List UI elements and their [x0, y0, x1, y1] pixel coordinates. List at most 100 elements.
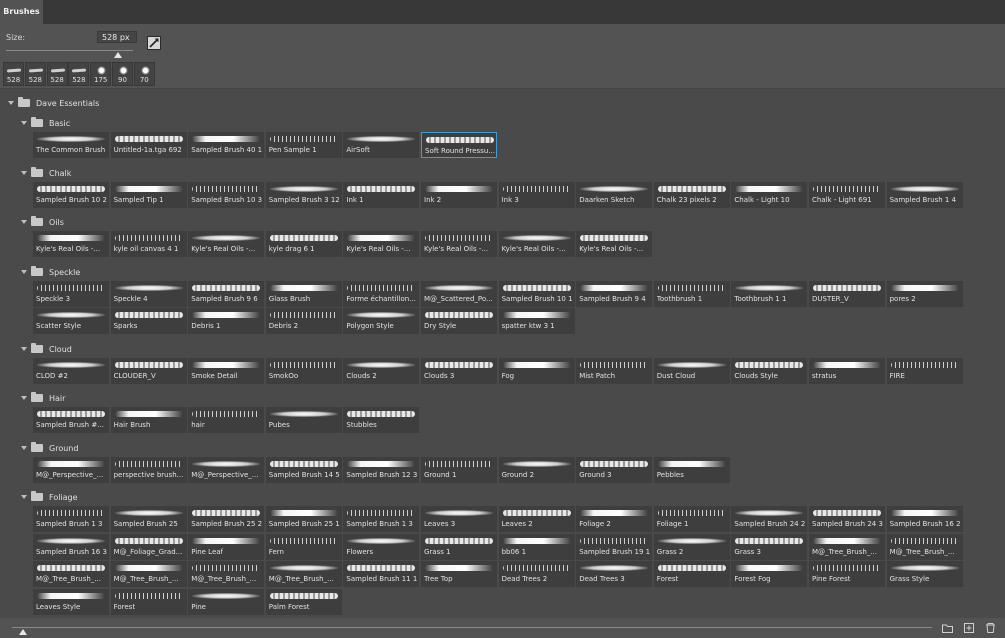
chevron-down-icon[interactable]	[21, 495, 27, 499]
brush-tile[interactable]: Sampled Brush 40 1	[188, 132, 265, 158]
brush-tile[interactable]: Sampled Brush 25 1	[265, 506, 342, 532]
brush-tile[interactable]: Grass 1	[421, 533, 497, 560]
group-header-foliage[interactable]: Foliage	[0, 488, 1005, 508]
preset-brush[interactable]: 175	[90, 62, 112, 86]
brush-tile[interactable]: Sampled Brush 1 3	[33, 506, 109, 532]
brush-tile[interactable]: Chalk - Light 10	[731, 181, 808, 208]
brush-tile[interactable]: Speckle 4	[110, 280, 187, 307]
brush-tile[interactable]: Flowers	[343, 533, 420, 560]
brush-tile[interactable]: Untitled-1a.tga 692	[110, 132, 187, 158]
brush-tile[interactable]: Pen Sample 1	[265, 132, 342, 158]
brush-tile[interactable]: Sampled Brush 9 4	[576, 280, 653, 307]
brush-tile[interactable]: Fern	[265, 533, 342, 560]
brush-tile[interactable]: Clouds Style	[731, 357, 808, 384]
brush-tile[interactable]: M@_Tree_Brush_...	[809, 533, 885, 560]
brush-tile[interactable]: Sampled Brush #...	[33, 407, 109, 433]
brush-tile[interactable]: Pubes	[265, 407, 342, 433]
brush-tile[interactable]: Smoke Detail	[188, 357, 265, 384]
brush-tile[interactable]: Foliage 1	[653, 506, 730, 532]
chevron-down-icon[interactable]	[21, 121, 27, 125]
brush-tile[interactable]: Forest Fog	[731, 561, 808, 587]
brush-tile[interactable]: Dust Cloud	[653, 357, 730, 384]
brush-tile[interactable]: FIRE	[886, 357, 963, 384]
brush-tile[interactable]: Sampled Brush 25 2	[188, 506, 265, 532]
brush-tile[interactable]: Debris 1	[188, 308, 265, 334]
brush-tile[interactable]: pores 2	[886, 280, 963, 307]
brush-tile[interactable]: Sampled Brush 16 2	[886, 506, 963, 532]
new-group-icon[interactable]	[942, 623, 953, 633]
brush-tile[interactable]: Pine Forest	[809, 561, 885, 587]
brush-tile[interactable]: kyle drag 6 1	[265, 231, 342, 257]
brush-tile[interactable]: Sampled Tip 1	[110, 181, 187, 208]
brush-tile[interactable]: Kyle's Real Oils -...	[498, 231, 575, 257]
brush-tile[interactable]: Pine	[188, 588, 265, 615]
brush-tile[interactable]: Chalk 23 pixels 2	[653, 181, 730, 208]
brush-tile[interactable]: Kyle's Real Oils -...	[33, 231, 109, 257]
brush-tile[interactable]: Ground 2	[498, 456, 575, 483]
brush-tile[interactable]: Dry Style	[421, 308, 497, 334]
brush-tile[interactable]: Leaves 3	[421, 506, 497, 532]
brush-tile[interactable]: Sampled Brush 10 2	[33, 181, 109, 208]
brush-tile[interactable]: Foliage 2	[576, 506, 653, 532]
brush-tile[interactable]: stratus	[809, 357, 885, 384]
brush-tile[interactable]: M@_Tree_Brush_...	[886, 533, 963, 560]
chevron-down-icon[interactable]	[21, 445, 27, 450]
brush-tile[interactable]: Sampled Brush 1 3	[343, 506, 420, 532]
brush-tile[interactable]: Pine Leaf	[188, 533, 265, 560]
brush-tile[interactable]: Mist Patch	[576, 357, 653, 384]
brush-tile[interactable]: Sampled Brush 10 1	[498, 280, 575, 307]
chevron-down-icon[interactable]	[8, 101, 14, 105]
brush-tile[interactable]: Stubbles	[343, 407, 420, 433]
brush-tile[interactable]: Dead Trees 3	[576, 561, 653, 587]
chevron-down-icon[interactable]	[21, 269, 27, 274]
brush-tile[interactable]: Kyle's Real Oils -...	[576, 231, 653, 257]
brush-tile[interactable]: Tree Top	[421, 561, 497, 587]
brush-tile[interactable]: Speckle 3	[33, 280, 109, 307]
brush-tile[interactable]: Ground 3	[576, 456, 653, 483]
brush-tile[interactable]: Toothbrush 1	[653, 280, 730, 307]
brush-tile[interactable]: Ink 2	[421, 181, 497, 208]
brush-tile[interactable]: Daarken Sketch	[576, 181, 653, 208]
brush-tile[interactable]: DUSTER_V	[809, 280, 885, 307]
brush-tile[interactable]: Grass Style	[886, 561, 963, 587]
brush-tile[interactable]: spatter ktw 3 1	[498, 308, 575, 334]
new-brush-icon[interactable]	[964, 623, 975, 633]
brush-tile[interactable]: Sampled Brush 10 3	[188, 181, 265, 208]
preset-brush[interactable]: 528	[68, 62, 90, 86]
brush-tile[interactable]: Ground 1	[421, 456, 497, 483]
group-header-hair[interactable]: Hair	[0, 389, 1005, 409]
brush-tile[interactable]: M@_Tree_Brush_...	[188, 561, 265, 587]
group-header-oils[interactable]: Oils	[0, 213, 1005, 233]
brush-tile[interactable]: AirSoft	[343, 132, 420, 158]
brush-tile[interactable]: M@_Tree_Brush_...	[110, 561, 187, 587]
brush-tile[interactable]: Clouds 2	[343, 357, 420, 384]
brush-tile[interactable]: Grass 2	[653, 533, 730, 560]
brush-tile[interactable]: Glass Brush	[265, 280, 342, 307]
group-header-chalk[interactable]: Chalk	[0, 164, 1005, 184]
brush-tile[interactable]: The Common Brush	[33, 132, 109, 158]
preset-brush[interactable]: 528	[24, 62, 46, 86]
brush-tile[interactable]: Sampled Brush 14 5	[265, 456, 342, 483]
tab-brushes[interactable]: Brushes	[0, 0, 43, 24]
brush-tile[interactable]: Toothbrush 1 1	[731, 280, 808, 307]
brush-tile[interactable]: Clouds 3	[421, 357, 497, 384]
group-header-dave-essentials[interactable]: Dave Essentials	[0, 94, 1005, 114]
brush-tile[interactable]: Polygon Style	[343, 308, 420, 334]
brush-tile[interactable]: perspective brush...	[110, 456, 187, 483]
brush-tile[interactable]: Sampled Brush 1 4	[886, 181, 963, 208]
thumbnail-size-slider[interactable]	[12, 627, 932, 628]
brush-tile[interactable]: M@_Scattered_Po...	[421, 280, 497, 307]
preset-brush[interactable]: 528	[3, 62, 24, 86]
brush-tile[interactable]: kyle oil canvas 4 1	[110, 231, 187, 257]
brush-tile[interactable]: Fog	[498, 357, 575, 384]
preset-brush[interactable]: 528	[46, 62, 68, 86]
brush-tile[interactable]: Sampled Brush 19 1	[576, 533, 653, 560]
brush-tile[interactable]: Leaves 2	[498, 506, 575, 532]
brush-tile[interactable]: hair	[188, 407, 265, 433]
brush-tile[interactable]: Leaves Style	[33, 588, 109, 615]
brush-tile[interactable]: Hair Brush	[110, 407, 187, 433]
size-slider-thumb[interactable]	[113, 52, 122, 58]
brush-tile[interactable]: Scatter Style	[33, 308, 109, 334]
brush-tile[interactable]: Grass 3	[731, 533, 808, 560]
brush-tile[interactable]: Soft Round Pressu...	[421, 132, 497, 158]
